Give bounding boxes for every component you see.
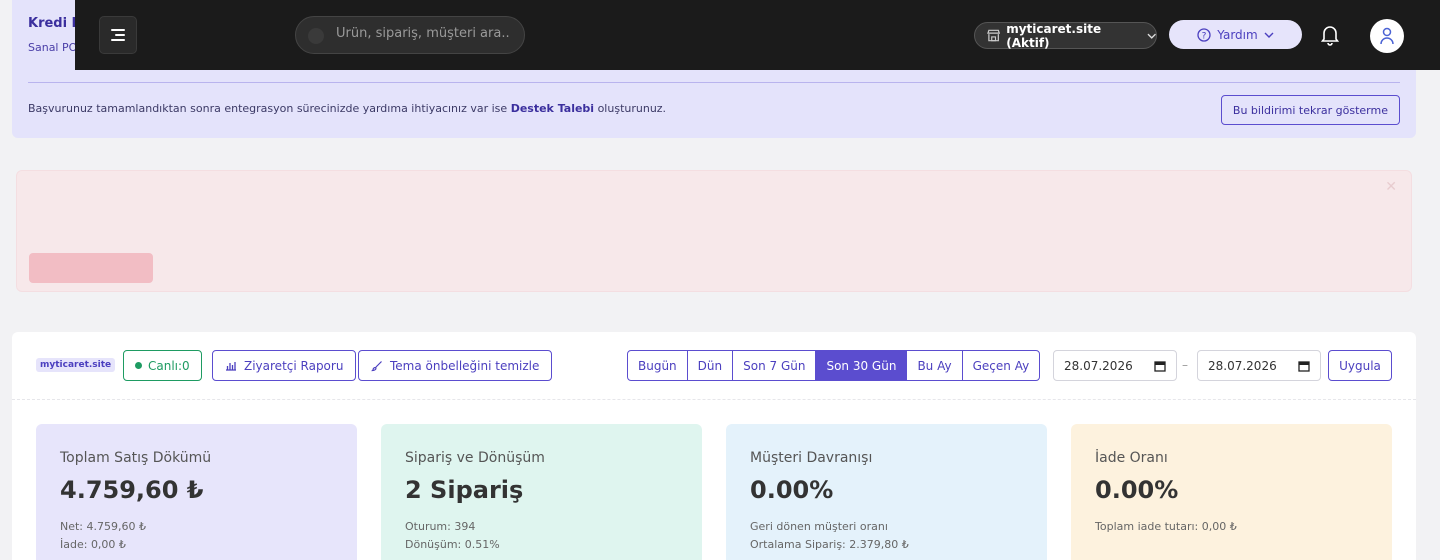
bar-chart-icon: [226, 362, 236, 371]
card-divider: [12, 399, 1416, 400]
dashboard-card: myticaret.site Canlı:0 Ziyaretçi Raporu …: [12, 332, 1416, 560]
range-button[interactable]: Bugün: [628, 351, 688, 380]
stat-card-returns: İade Oranı 0.00% Toplam iade tutarı: 0,0…: [1071, 424, 1392, 560]
stat-line: İade: 0,00 ₺: [60, 538, 126, 551]
range-button[interactable]: Bu Ay: [907, 351, 963, 380]
menu-icon: [111, 29, 125, 31]
menu-icon-line: [111, 39, 125, 41]
stat-card-orders: Sipariş ve Dönüşüm 2 Sipariş Oturum: 394…: [381, 424, 702, 560]
stat-card-sales: Toplam Satış Dökümü 4.759,60 ₺ Net: 4.75…: [36, 424, 357, 560]
date-to-input[interactable]: 28.07.2026: [1197, 350, 1321, 381]
close-icon: ✕: [1385, 179, 1397, 195]
stat-line: Dönüşüm: 0.51%: [405, 538, 500, 551]
range-button[interactable]: Son 30 Gün: [816, 351, 908, 380]
stat-line: Geri dönen müşteri oranı: [750, 520, 888, 533]
stat-value: 0.00%: [1095, 476, 1179, 504]
clear-cache-button[interactable]: Tema önbelleğini temizle: [358, 350, 553, 381]
chevron-down-icon: [1147, 33, 1156, 39]
store-icon: [987, 29, 1001, 42]
date-from-input[interactable]: 28.07.2026: [1053, 350, 1177, 381]
help-button[interactable]: ? Yardım: [1169, 20, 1302, 49]
range-button[interactable]: Geçen Ay: [963, 351, 1040, 380]
store-selector[interactable]: myticaret.site (Aktif): [974, 21, 1157, 50]
live-visitors-badge: Canlı:0: [123, 350, 202, 381]
menu-icon-line: [115, 34, 125, 36]
menu-toggle-button[interactable]: [99, 16, 137, 54]
search-input[interactable]: [336, 26, 516, 41]
stat-title: Toplam Satış Dökümü: [60, 450, 212, 466]
notice-subtitle: Sanal PO: [28, 41, 78, 54]
live-dot-icon: [135, 362, 142, 369]
top-bar: myticaret.site (Aktif) ? Yardım: [75, 0, 1440, 70]
notice-message-suffix: oluşturunuz.: [594, 102, 667, 115]
date-range-group: Bugün Dün Son 7 Gün Son 30 Gün Bu Ay Geçen Ay: [627, 350, 1041, 381]
stat-details: Toplam iade tutarı: 0,00 ₺: [1095, 518, 1368, 536]
stat-details: Net: 4.759,60 ₺ İade: 0,00 ₺: [60, 518, 333, 554]
support-ticket-link[interactable]: Destek Talebi: [511, 102, 594, 115]
global-search[interactable]: [295, 16, 525, 54]
user-icon: [1380, 27, 1394, 45]
dismiss-notice-button[interactable]: Bu bildirimi tekrar gösterme: [1220, 95, 1400, 125]
range-button[interactable]: Dün: [688, 351, 734, 380]
user-avatar-button[interactable]: [1370, 19, 1404, 53]
calendar-icon: [1298, 360, 1310, 372]
stat-value: 2 Sipariş: [405, 476, 524, 504]
stat-line: Oturum: 394: [405, 520, 476, 533]
bell-icon[interactable]: [1321, 24, 1339, 46]
date-from-value: 28.07.2026: [1064, 358, 1133, 373]
search-icon: [308, 28, 324, 44]
clear-cache-label: Tema önbelleğini temizle: [390, 358, 540, 373]
notice-message: Başvurunuz tamamlandıktan sonra entegras…: [28, 102, 666, 115]
stat-details: Geri dönen müşteri oranı Ortalama Sipariş…: [750, 518, 1023, 554]
help-circle-icon: ?: [1197, 27, 1211, 42]
visitor-report-button[interactable]: Ziyaretçi Raporu: [212, 350, 357, 381]
stat-title: Müşteri Davranışı: [750, 450, 873, 466]
calendar-icon: [1154, 360, 1166, 372]
notice-divider: [28, 82, 1400, 83]
stat-line: Ortalama Sipariş: 2.379,80 ₺: [750, 538, 909, 551]
stat-value: 4.759,60 ₺: [60, 476, 204, 504]
help-label: Yardım: [1217, 27, 1258, 42]
stat-title: İade Oranı: [1095, 450, 1168, 466]
brush-icon: [371, 360, 382, 371]
stat-line: Net: 4.759,60 ₺: [60, 520, 146, 533]
apply-button[interactable]: Uygula: [1328, 350, 1392, 381]
stat-details: Oturum: 394 Dönüşüm: 0.51%: [405, 518, 678, 554]
store-label: myticaret.site (Aktif): [1006, 21, 1102, 50]
svg-text:?: ?: [1202, 31, 1207, 41]
site-badge: myticaret.site: [36, 358, 116, 372]
stat-value: 0.00%: [750, 476, 834, 504]
live-label: Canlı:0: [148, 358, 190, 373]
stat-line: Toplam iade tutarı: 0,00 ₺: [1095, 520, 1237, 533]
range-button[interactable]: Son 7 Gün: [733, 351, 817, 380]
notice-message-text: Başvurunuz tamamlandıktan sonra entegras…: [28, 102, 511, 115]
alert-action-button: [29, 253, 153, 283]
stat-card-customers: Müşteri Davranışı 0.00% Geri dönen müşte…: [726, 424, 1047, 560]
faded-alert: ✕: [16, 170, 1412, 292]
date-separator: –: [1182, 358, 1188, 372]
chevron-down-icon: [1264, 32, 1274, 38]
stat-title: Sipariş ve Dönüşüm: [405, 450, 545, 466]
date-to-value: 28.07.2026: [1208, 358, 1277, 373]
visitor-report-label: Ziyaretçi Raporu: [244, 358, 344, 373]
